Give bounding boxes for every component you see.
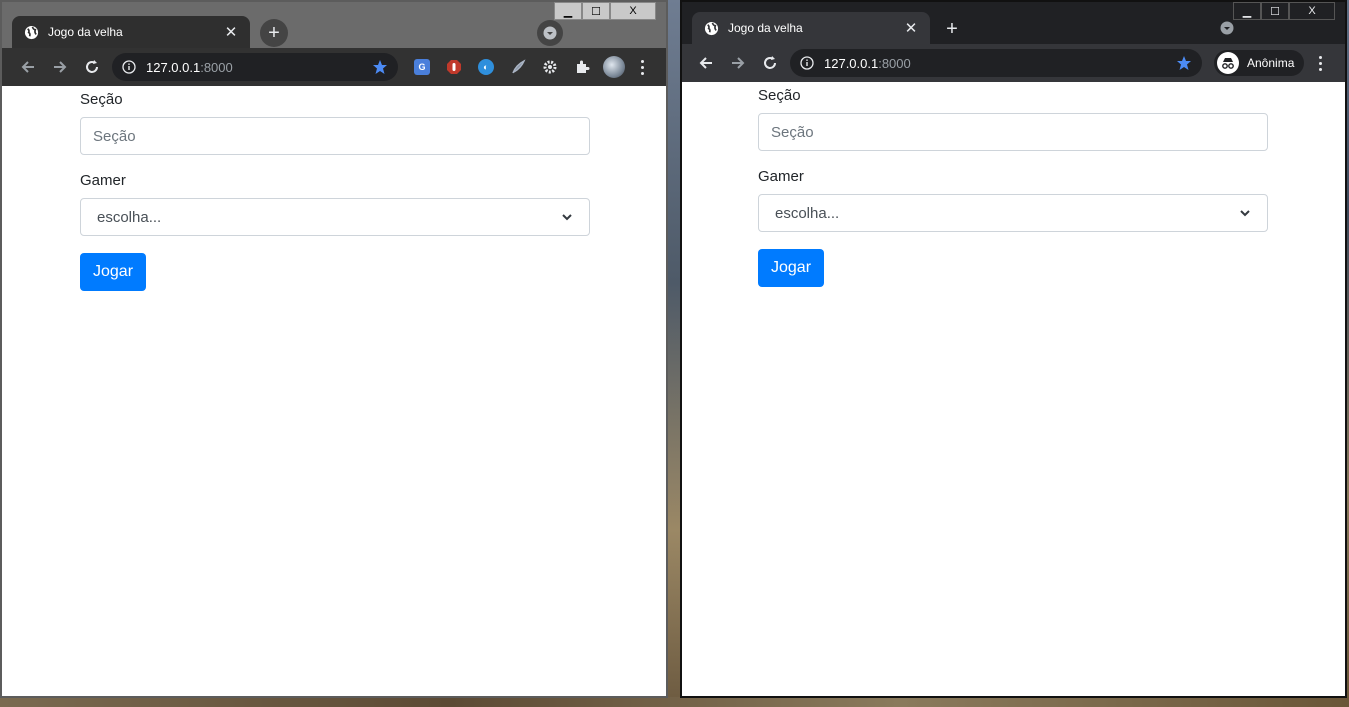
- minimize-button[interactable]: ▁: [554, 2, 582, 20]
- globe-icon: [704, 21, 719, 35]
- url-port: :8000: [200, 59, 233, 75]
- gamer-selected-value: escolha...: [775, 204, 840, 222]
- secao-group: Seção: [758, 87, 1268, 151]
- forward-arrow-icon[interactable]: [44, 51, 76, 83]
- secao-label: Seção: [758, 87, 801, 104]
- chevron-down-icon: [562, 214, 572, 221]
- incognito-label: Anônima: [1247, 56, 1295, 70]
- url-host: 127.0.0.1: [146, 59, 201, 75]
- browser-toolbar: 127.0.0.1:8000 Anônima: [682, 44, 1345, 82]
- star-icon[interactable]: [372, 59, 388, 75]
- secao-label: Seção: [80, 91, 123, 108]
- url-host: 127.0.0.1: [824, 55, 879, 71]
- jogar-button[interactable]: Jogar: [80, 253, 147, 291]
- tab-search-icon[interactable]: [537, 20, 563, 46]
- tab-jogo-da-velha[interactable]: Jogo da velha ✕: [12, 16, 250, 48]
- close-icon[interactable]: ✕: [902, 19, 920, 37]
- maximize-button[interactable]: ☐: [1261, 2, 1289, 20]
- tab-strip: Jogo da velha ✕ + ▁ ☐ X: [682, 2, 1345, 44]
- page-viewport: Seção Gamer escolha... Jogar: [2, 86, 666, 696]
- info-icon[interactable]: [122, 60, 136, 74]
- gamer-selected-value: escolha...: [97, 208, 162, 226]
- chevron-down-icon: [1240, 210, 1250, 217]
- reload-icon[interactable]: [76, 51, 108, 83]
- plus-icon[interactable]: +: [938, 15, 966, 43]
- address-bar[interactable]: 127.0.0.1:8000: [112, 53, 398, 81]
- url-text: 127.0.0.1:8000: [146, 60, 372, 75]
- address-bar[interactable]: 127.0.0.1:8000: [790, 49, 1202, 77]
- close-window-button[interactable]: X: [1289, 2, 1335, 20]
- minimize-button[interactable]: ▁: [1233, 2, 1261, 20]
- feather-extension-icon[interactable]: [506, 55, 530, 79]
- maximize-button[interactable]: ☐: [582, 2, 610, 20]
- globe-icon: [24, 25, 39, 39]
- window-controls: ▁ ☐ X: [554, 2, 656, 20]
- url-port: :8000: [878, 55, 911, 71]
- avatar[interactable]: [602, 55, 626, 79]
- desktop-taskbar-edge: [0, 697, 1349, 707]
- secao-input[interactable]: [758, 113, 1268, 151]
- translate-extension-icon[interactable]: G: [410, 55, 434, 79]
- reload-icon[interactable]: [754, 47, 786, 79]
- jogar-button[interactable]: Jogar: [758, 249, 825, 287]
- menu-dots-icon[interactable]: [634, 55, 650, 79]
- star-icon[interactable]: [1176, 55, 1192, 71]
- secao-input[interactable]: [80, 117, 590, 155]
- menu-dots-icon[interactable]: [1312, 51, 1328, 75]
- back-arrow-icon[interactable]: [12, 51, 44, 83]
- info-icon[interactable]: [800, 56, 814, 70]
- gamer-label: Gamer: [758, 168, 804, 185]
- game-form: Seção Gamer escolha... Jogar: [80, 91, 590, 291]
- gamer-group: Gamer escolha...: [758, 168, 1268, 232]
- gamer-select[interactable]: escolha...: [80, 198, 590, 236]
- adblock-extension-icon[interactable]: [442, 55, 466, 79]
- incognito-profile-button[interactable]: Anônima: [1214, 50, 1305, 76]
- tab-title: Jogo da velha: [48, 25, 123, 39]
- close-window-button[interactable]: X: [610, 2, 656, 20]
- tab-title: Jogo da velha: [728, 21, 803, 35]
- browser-toolbar: 127.0.0.1:8000 G ◐: [2, 48, 666, 86]
- tab-jogo-da-velha[interactable]: Jogo da velha ✕: [692, 12, 930, 44]
- close-icon[interactable]: ✕: [222, 23, 240, 41]
- browser-window-incognito: Jogo da velha ✕ + ▁ ☐ X 127.0.0.1:8000 A…: [680, 0, 1347, 698]
- forward-arrow-icon[interactable]: [722, 47, 754, 79]
- url-text: 127.0.0.1:8000: [824, 56, 1176, 71]
- plus-icon[interactable]: +: [260, 19, 288, 47]
- gamer-select[interactable]: escolha...: [758, 194, 1268, 232]
- secao-group: Seção: [80, 91, 590, 155]
- game-form: Seção Gamer escolha... Jogar: [758, 87, 1268, 287]
- desktop-background: [668, 0, 680, 707]
- page-viewport: Seção Gamer escolha... Jogar: [682, 82, 1345, 696]
- gear-icon[interactable]: [538, 55, 562, 79]
- gamer-label: Gamer: [80, 172, 126, 189]
- window-controls: ▁ ☐ X: [1233, 2, 1335, 20]
- gamer-group: Gamer escolha...: [80, 172, 590, 236]
- puzzle-icon[interactable]: [570, 55, 594, 79]
- browser-window-normal: Jogo da velha ✕ + ▁ ☐ X 127.0.0.1:8000 G…: [0, 0, 668, 698]
- sound-extension-icon[interactable]: ◐: [474, 55, 498, 79]
- incognito-icon: [1217, 52, 1239, 74]
- extensions-area: G ◐: [410, 55, 650, 79]
- tab-strip: Jogo da velha ✕ + ▁ ☐ X: [2, 2, 666, 48]
- back-arrow-icon[interactable]: [690, 47, 722, 79]
